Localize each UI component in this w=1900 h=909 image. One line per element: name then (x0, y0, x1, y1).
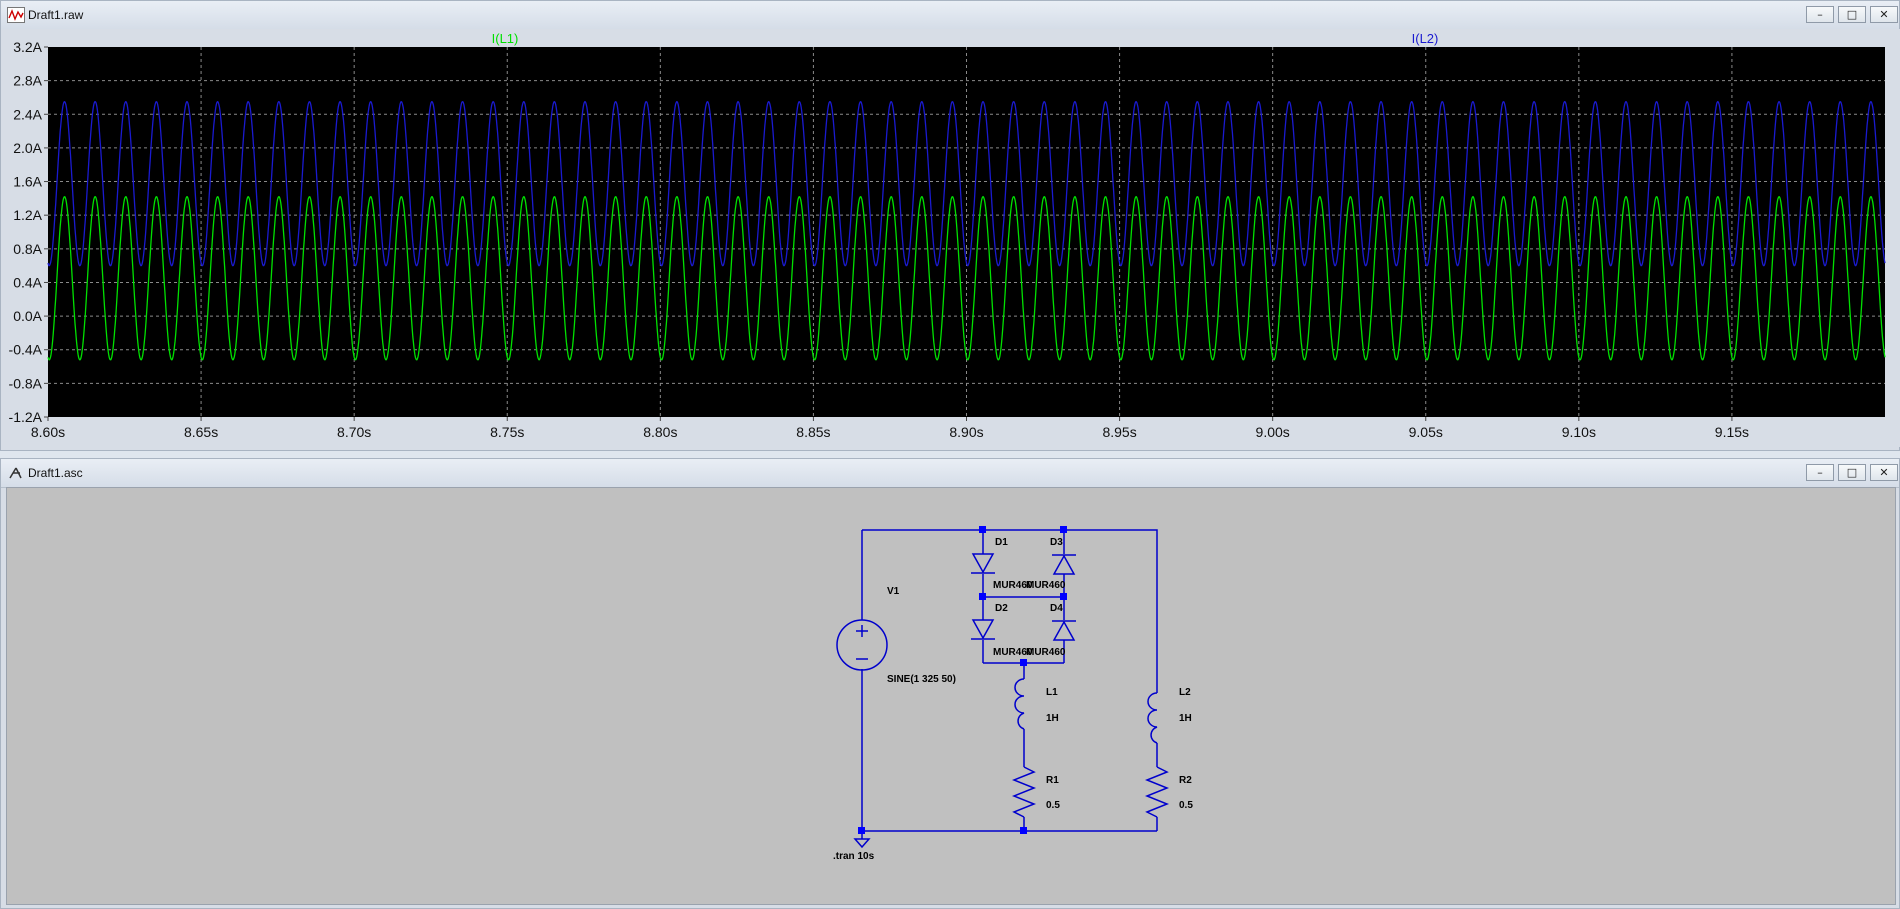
l1-value-label: 1H (1046, 713, 1059, 724)
x-tick-label: 8.60s (31, 424, 65, 440)
x-tick-label: 8.75s (490, 424, 524, 440)
inductor-l1[interactable] (1014, 678, 1025, 730)
waveform-plot[interactable]: 3.2A 2.8A 2.4A 2.0A 1.6A 1.2A 0.8A 0.4A 0.0A -0.4… (1, 29, 1900, 447)
l2-ref-label: L2 (1179, 687, 1191, 698)
schematic-titlebar[interactable]: Draft1.asc – □ ✕ (1, 459, 1899, 488)
y-tick-label: 2.4A (13, 106, 42, 122)
r1-value-label: 0.5 (1046, 800, 1060, 811)
trace-label-l2[interactable]: I(L2) (1412, 31, 1439, 46)
l1-ref-label: L1 (1046, 687, 1058, 698)
schematic-window-title: Draft1.asc (28, 466, 83, 480)
y-tick-label: 1.6A (13, 174, 42, 190)
waveform-window-title: Draft1.raw (28, 8, 84, 22)
close-button[interactable]: ✕ (1870, 464, 1898, 481)
minimize-button[interactable]: – (1806, 464, 1834, 481)
diode-d3[interactable] (1052, 554, 1076, 575)
circuit-diagram[interactable]: V1 SINE(1 325 50) D1 D3 MUR460 MUR460 D2… (7, 488, 1896, 905)
y-tick-label: 2.0A (13, 140, 42, 156)
x-tick-label: 8.80s (643, 424, 677, 440)
x-tick-label: 8.90s (949, 424, 983, 440)
y-tick-label: -0.8A (9, 375, 43, 391)
x-tick-label: 9.15s (1715, 424, 1749, 440)
r2-ref-label: R2 (1179, 775, 1192, 786)
schematic-icon (9, 467, 22, 479)
diode-d1[interactable] (971, 553, 995, 574)
x-tick-label: 9.05s (1409, 424, 1443, 440)
y-tick-label: 2.8A (13, 73, 42, 89)
v1-value-label: SINE(1 325 50) (887, 674, 956, 685)
d4-ref-label: D4 (1050, 603, 1063, 614)
r1-ref-label: R1 (1046, 775, 1059, 786)
ground-symbol[interactable] (853, 838, 871, 849)
y-tick-label: 0.0A (13, 308, 42, 324)
x-tick-label: 8.95s (1102, 424, 1136, 440)
d3-model-label: MUR460 (1026, 580, 1066, 591)
x-tick-label: 9.00s (1256, 424, 1290, 440)
x-tick-label: 8.85s (796, 424, 830, 440)
y-tick-label: 0.8A (13, 241, 42, 257)
x-tick-label: 8.70s (337, 424, 371, 440)
r2-value-label: 0.5 (1179, 800, 1193, 811)
y-tick-label: 3.2A (13, 39, 42, 55)
waveform-icon (7, 7, 25, 23)
waveform-window: Draft1.raw – □ ✕ 3.2A 2.8A 2.4A 2.0A 1.6A 1.2… (0, 0, 1900, 451)
y-tick-label: 0.4A (13, 274, 42, 290)
y-tick-label: 1.2A (13, 207, 42, 223)
schematic-canvas[interactable]: V1 SINE(1 325 50) D1 D3 MUR460 MUR460 D2… (6, 487, 1896, 905)
maximize-button[interactable]: □ (1838, 464, 1866, 481)
d2-ref-label: D2 (995, 603, 1008, 614)
v1-ref-label: V1 (887, 586, 900, 597)
resistor-r1[interactable] (1011, 766, 1037, 818)
l2-value-label: 1H (1179, 713, 1192, 724)
diode-d2[interactable] (971, 619, 995, 640)
d3-ref-label: D3 (1050, 537, 1063, 548)
x-tick-label: 9.10s (1562, 424, 1596, 440)
d4-model-label: MUR460 (1026, 647, 1066, 658)
voltage-source-v1[interactable] (836, 619, 888, 671)
y-tick-label: -0.4A (9, 342, 43, 358)
resistor-r2[interactable] (1144, 766, 1170, 818)
waveform-titlebar[interactable]: Draft1.raw – □ ✕ (1, 1, 1899, 30)
tran-directive[interactable]: .tran 10s (833, 851, 875, 862)
maximize-button[interactable]: □ (1838, 6, 1866, 23)
d1-ref-label: D1 (995, 537, 1008, 548)
diode-d4[interactable] (1052, 620, 1076, 641)
minimize-button[interactable]: – (1806, 6, 1834, 23)
close-button[interactable]: ✕ (1870, 6, 1898, 23)
schematic-window: Draft1.asc – □ ✕ V1 SINE(1 325 50) D1 D3… (0, 458, 1900, 909)
y-tick-label: -1.2A (9, 409, 43, 425)
x-tick-label: 8.65s (184, 424, 218, 440)
inductor-l2[interactable] (1147, 692, 1158, 744)
trace-label-l1[interactable]: I(L1) (492, 31, 519, 46)
